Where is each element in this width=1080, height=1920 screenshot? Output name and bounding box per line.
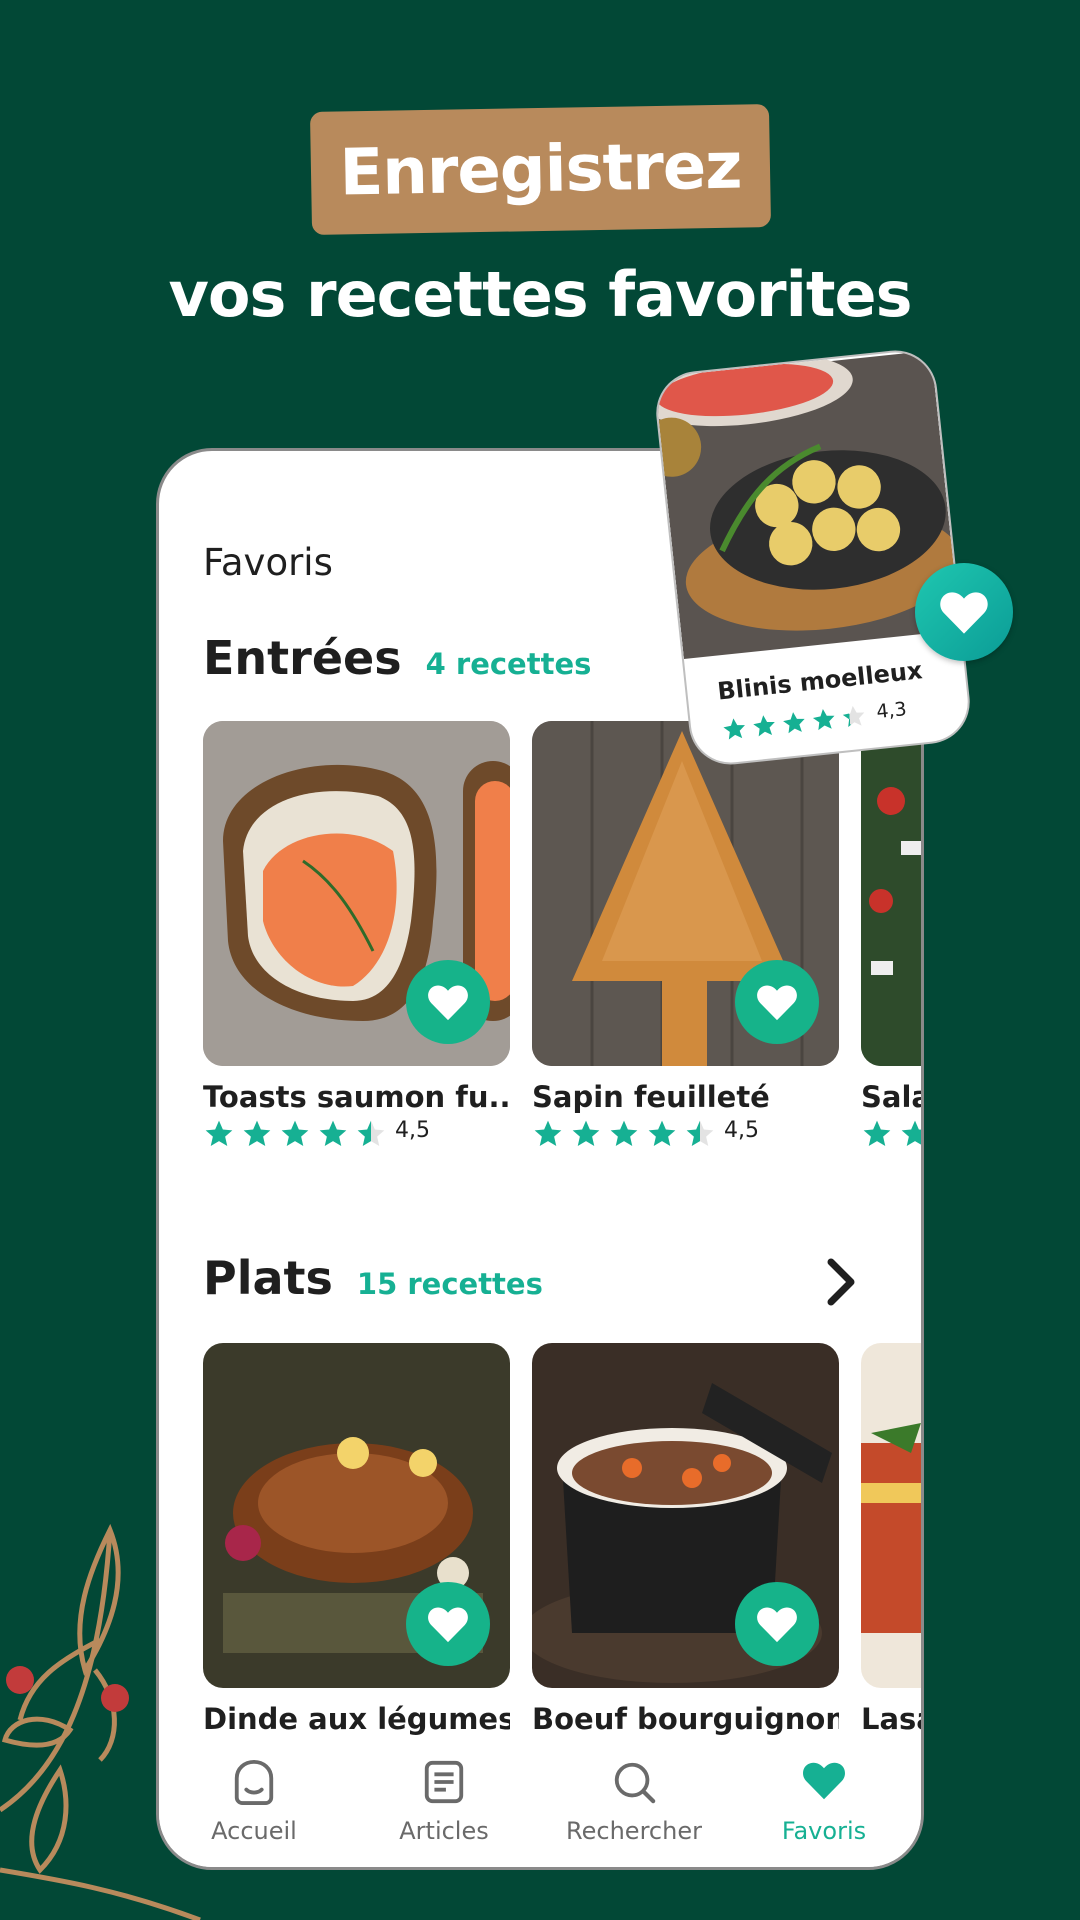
favorite-button[interactable] — [406, 1582, 490, 1666]
recipe-rating: 4,3 — [720, 698, 908, 743]
favorite-button[interactable] — [735, 960, 819, 1044]
recipe-rating: 4,5 — [203, 1118, 510, 1150]
favorite-button[interactable] — [735, 1582, 819, 1666]
section-title: Plats — [203, 1251, 333, 1305]
recipe-image — [861, 721, 921, 1066]
star-icon — [648, 1120, 676, 1146]
recipe-title: Boeuf bourguignon — [532, 1702, 839, 1736]
star-icon — [686, 1120, 714, 1146]
rating-stars — [532, 1118, 716, 1150]
rating-value: 4,5 — [395, 1118, 430, 1143]
star-icon — [319, 1120, 347, 1146]
search-icon — [614, 1762, 656, 1804]
tab-accueil[interactable]: Accueil — [159, 1757, 349, 1845]
recipe-rating: 4,5 — [532, 1118, 839, 1150]
tab-label: Accueil — [211, 1817, 297, 1845]
section-title: Entrées — [203, 631, 402, 685]
heart-icon — [940, 592, 988, 634]
bottom-tab-bar: Accueil Articles Rechercher Favoris — [159, 1737, 921, 1867]
rating-value: 4,5 — [724, 1118, 759, 1143]
page-title: Favoris — [203, 541, 333, 584]
recipe-title: Sala — [861, 1080, 924, 1114]
star-icon — [357, 1120, 385, 1146]
tab-label: Articles — [399, 1817, 489, 1845]
tab-articles[interactable]: Articles — [349, 1757, 539, 1845]
star-icon — [842, 705, 865, 727]
recipe-card[interactable]: Lasa — [861, 1343, 921, 1736]
floating-recipe-card[interactable]: Blinis moelleux 4,3 — [652, 346, 974, 769]
recipe-title: Lasa — [861, 1702, 921, 1736]
heart-icon — [757, 1607, 797, 1643]
recipe-image — [532, 1343, 839, 1688]
recipe-title: Sapin feuilleté — [532, 1080, 770, 1114]
recipe-card[interactable]: Toasts saumon fu... 4,5 — [203, 721, 510, 1150]
star-icon — [812, 708, 835, 731]
tab-rechercher[interactable]: Rechercher — [539, 1757, 729, 1845]
tab-label: Rechercher — [566, 1817, 702, 1845]
recipe-image — [203, 721, 510, 1066]
star-icon — [863, 1120, 891, 1146]
recipe-card[interactable]: Sala — [861, 721, 924, 1150]
star-icon — [534, 1120, 562, 1146]
rating-value: 4,3 — [875, 698, 908, 724]
favorite-button[interactable] — [915, 563, 1013, 661]
article-icon — [424, 1760, 464, 1804]
tab-favoris[interactable]: Favoris — [729, 1757, 919, 1845]
recipe-card[interactable]: Boeuf bourguignon — [532, 1343, 839, 1736]
section-count: 4 recettes — [425, 647, 592, 681]
star-icon — [901, 1120, 921, 1146]
star-icon — [783, 712, 805, 734]
hero-badge-text: Enregistrez — [338, 128, 743, 211]
recipe-card[interactable]: Sapin feuilleté 4,5 — [532, 721, 839, 1150]
rating-stars — [861, 1118, 921, 1150]
section-count: 15 recettes — [356, 1267, 543, 1301]
recipe-image — [532, 721, 839, 1066]
section-header-entrees[interactable]: Entrées 4 recettes — [203, 631, 591, 685]
recipe-image — [203, 1343, 510, 1688]
recipe-title: Blinis moelleux — [716, 656, 924, 706]
chevron-right-icon[interactable] — [821, 1256, 861, 1308]
recipe-title: Dinde aux légumes — [203, 1702, 510, 1736]
section-header-plats[interactable]: Plats 15 recettes — [203, 1251, 543, 1305]
star-icon — [281, 1120, 309, 1146]
recipe-title: Toasts saumon fu... — [203, 1080, 510, 1114]
star-icon — [753, 715, 775, 737]
heart-icon — [757, 985, 797, 1021]
recipe-rating — [861, 1118, 921, 1150]
star-icon — [243, 1120, 271, 1146]
heart-icon — [428, 985, 468, 1021]
recipe-image — [861, 1343, 921, 1688]
hero-badge: Enregistrez — [309, 104, 772, 235]
star-icon — [572, 1120, 600, 1146]
recipe-card[interactable]: Dinde aux légumes — [203, 1343, 510, 1736]
tab-label: Favoris — [781, 1817, 867, 1845]
star-icon — [205, 1120, 233, 1146]
star-icon — [610, 1120, 638, 1146]
favorite-button[interactable] — [406, 960, 490, 1044]
home-icon — [234, 1759, 274, 1805]
heart-icon — [428, 1607, 468, 1643]
heart-icon — [803, 1762, 845, 1800]
hero-subtitle: vos recettes favorites — [168, 258, 913, 331]
star-icon — [723, 718, 745, 740]
rating-stars — [203, 1118, 387, 1150]
rating-stars — [720, 702, 868, 743]
